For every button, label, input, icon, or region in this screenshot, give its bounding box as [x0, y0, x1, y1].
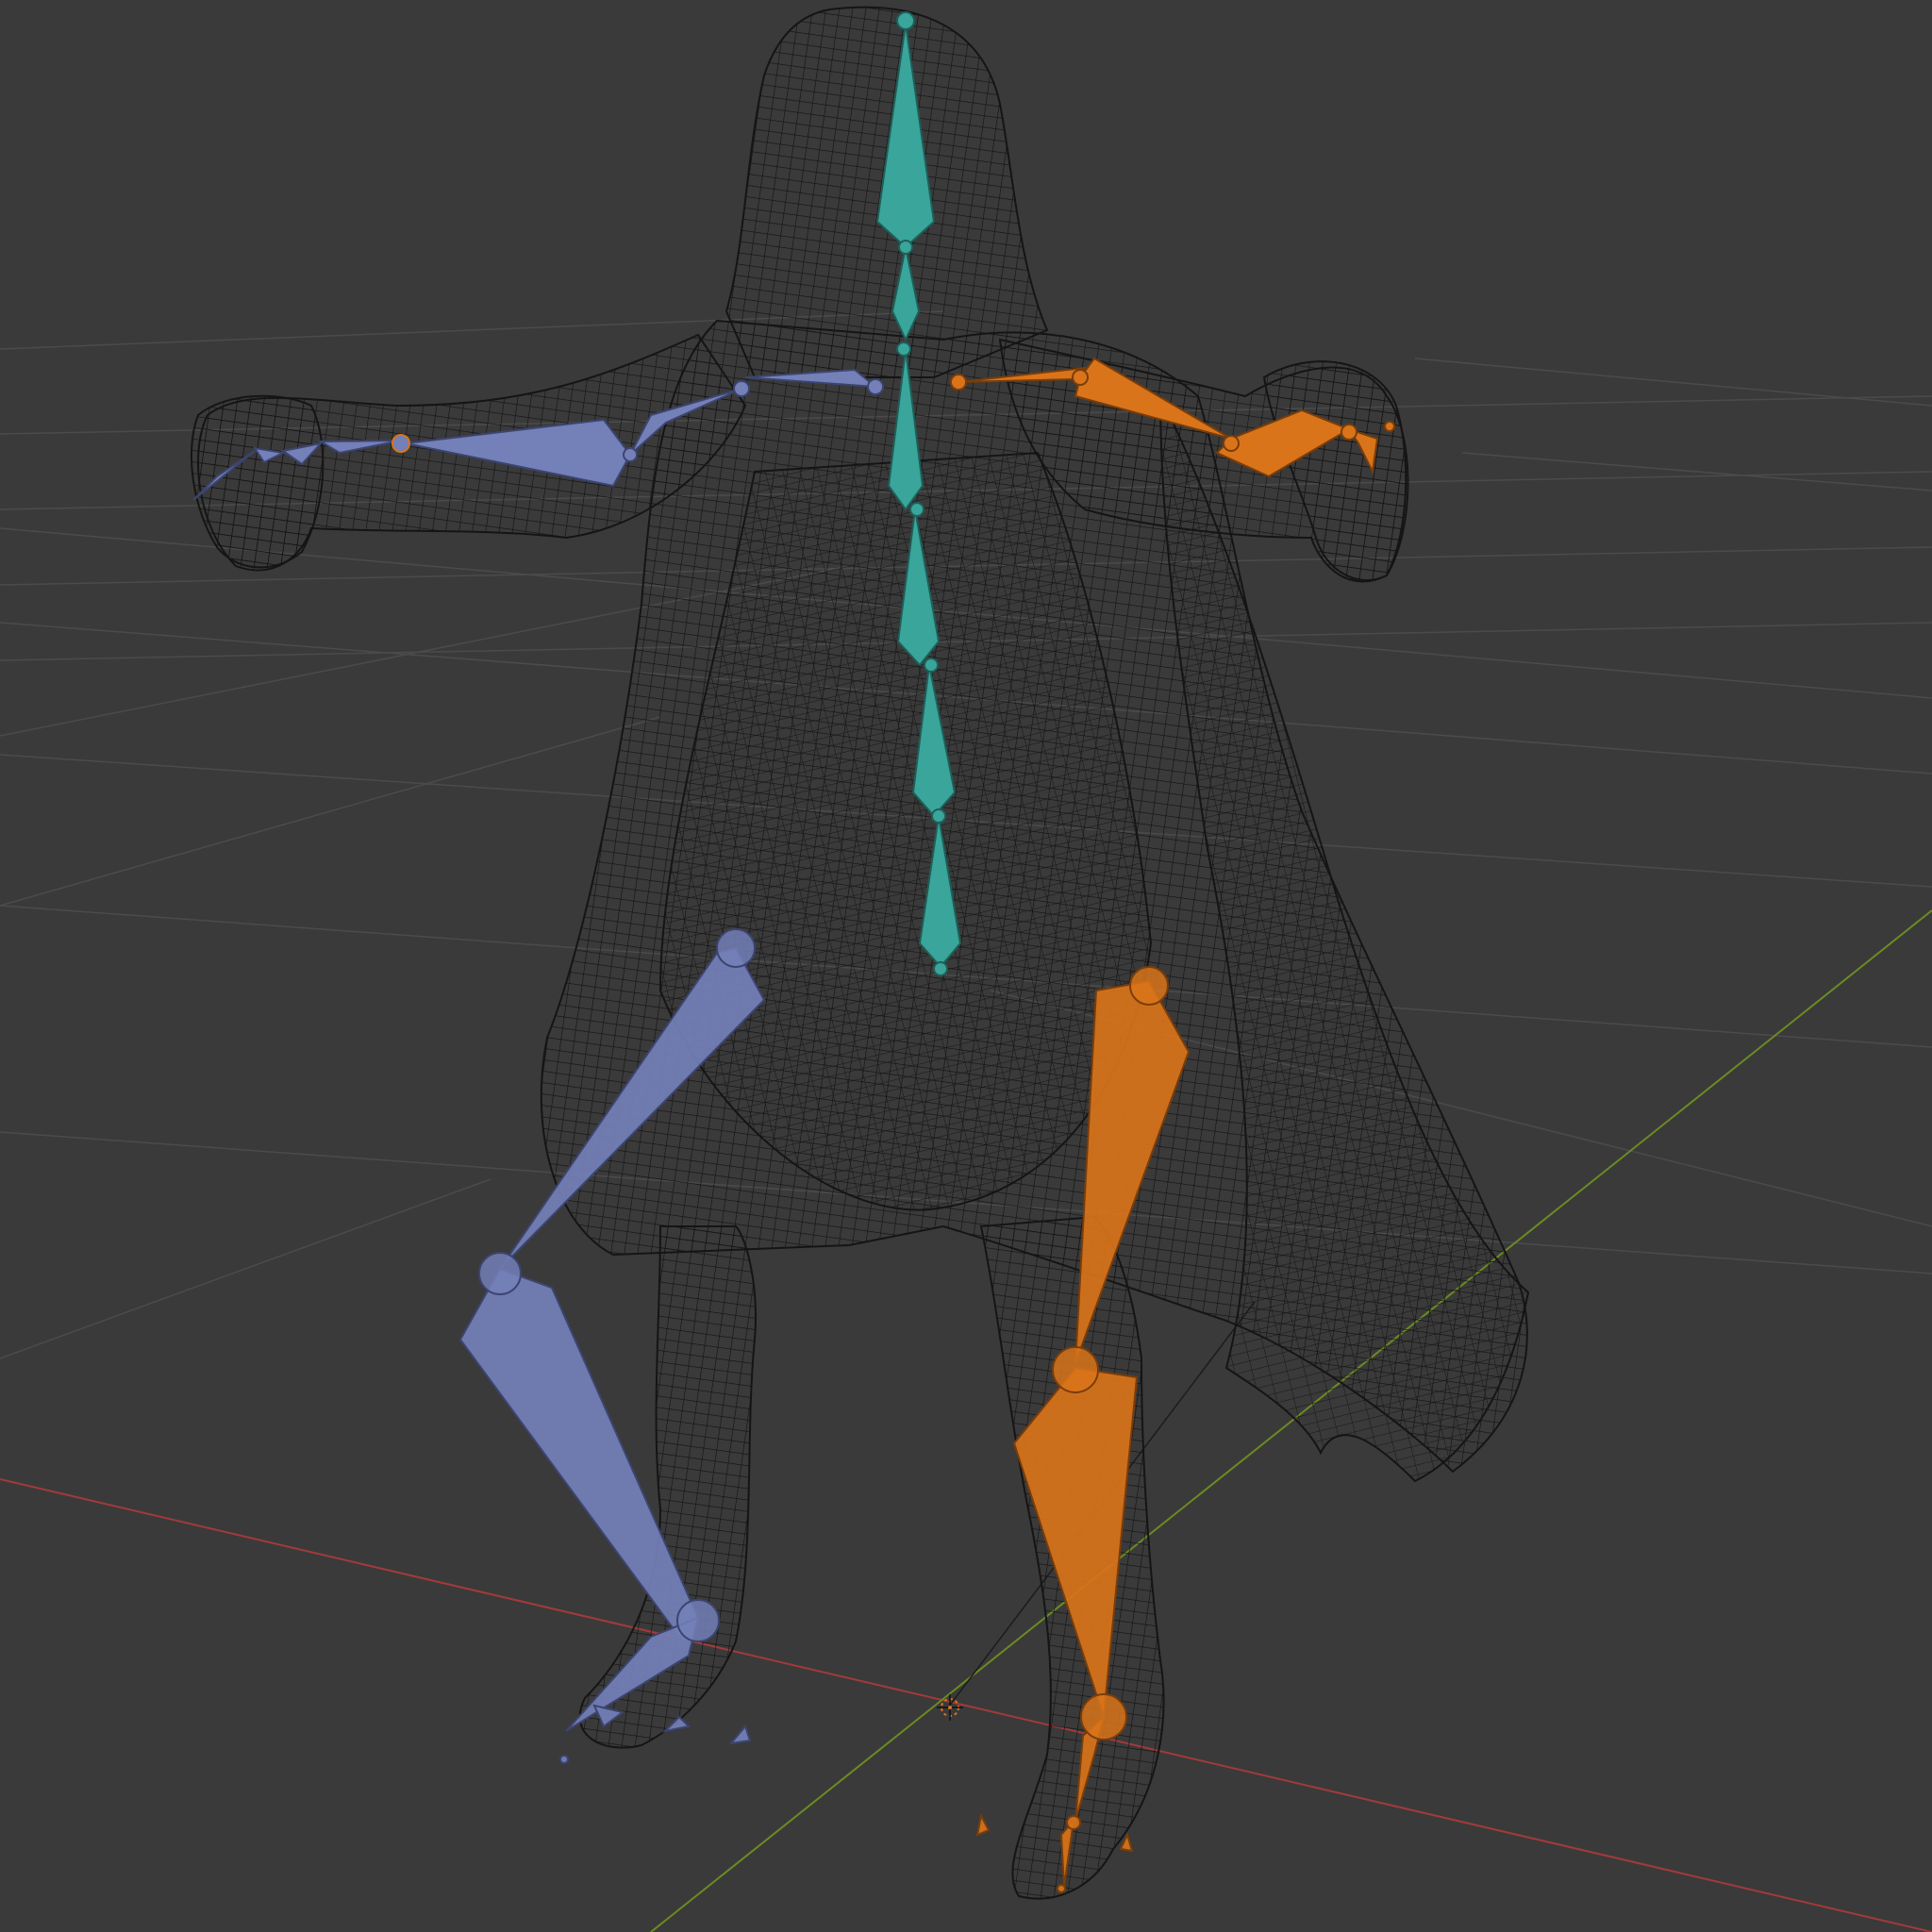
joint-hip-r[interactable]	[1129, 966, 1169, 1006]
joint-toe-tip-r[interactable]	[1057, 1884, 1066, 1893]
3d-viewport[interactable]: wireframe	[0, 0, 1932, 1932]
cloak-inner-mesh	[658, 451, 1153, 1211]
joint-wrist-r[interactable]	[1341, 424, 1357, 441]
joint-head-tip[interactable]	[896, 11, 915, 30]
joint-shoulder-l[interactable]	[867, 378, 884, 395]
joint-spine-lower[interactable]	[931, 808, 946, 824]
3d-cursor-icon[interactable]	[937, 1694, 963, 1721]
joint-spine-mid[interactable]	[924, 658, 939, 673]
joint-knee-r[interactable]	[1052, 1346, 1099, 1393]
bone-heel-r1[interactable]	[975, 1813, 991, 1837]
joint-upperarm-l[interactable]	[733, 380, 750, 397]
joint-ankle-l[interactable]	[676, 1599, 720, 1642]
joint-wrist-l[interactable]	[391, 434, 410, 453]
joint-shoulder-r[interactable]	[950, 374, 967, 391]
joint-hand-tip-r[interactable]	[1384, 421, 1395, 432]
joint-hip-l[interactable]	[716, 928, 756, 968]
joint-upperarm-r[interactable]	[1072, 369, 1089, 386]
joint-neck[interactable]	[898, 240, 913, 255]
joint-toe-r[interactable]	[1066, 1815, 1081, 1830]
joint-pelvis[interactable]	[933, 961, 948, 976]
bone-toe-l3[interactable]	[728, 1724, 752, 1745]
joint-ankle-r[interactable]	[1080, 1693, 1127, 1740]
joint-toe-tip-l[interactable]	[559, 1755, 569, 1764]
x-axis-line	[0, 1478, 1932, 1932]
character-wireframe-mesh[interactable]	[190, 6, 1530, 1900]
viewport-scene[interactable]	[0, 0, 1932, 1932]
joint-spine-upper[interactable]	[909, 502, 924, 517]
joint-knee-l[interactable]	[478, 1252, 522, 1295]
joint-elbow-l[interactable]	[623, 447, 638, 462]
joint-chest[interactable]	[896, 341, 911, 357]
joint-elbow-r[interactable]	[1223, 435, 1240, 452]
